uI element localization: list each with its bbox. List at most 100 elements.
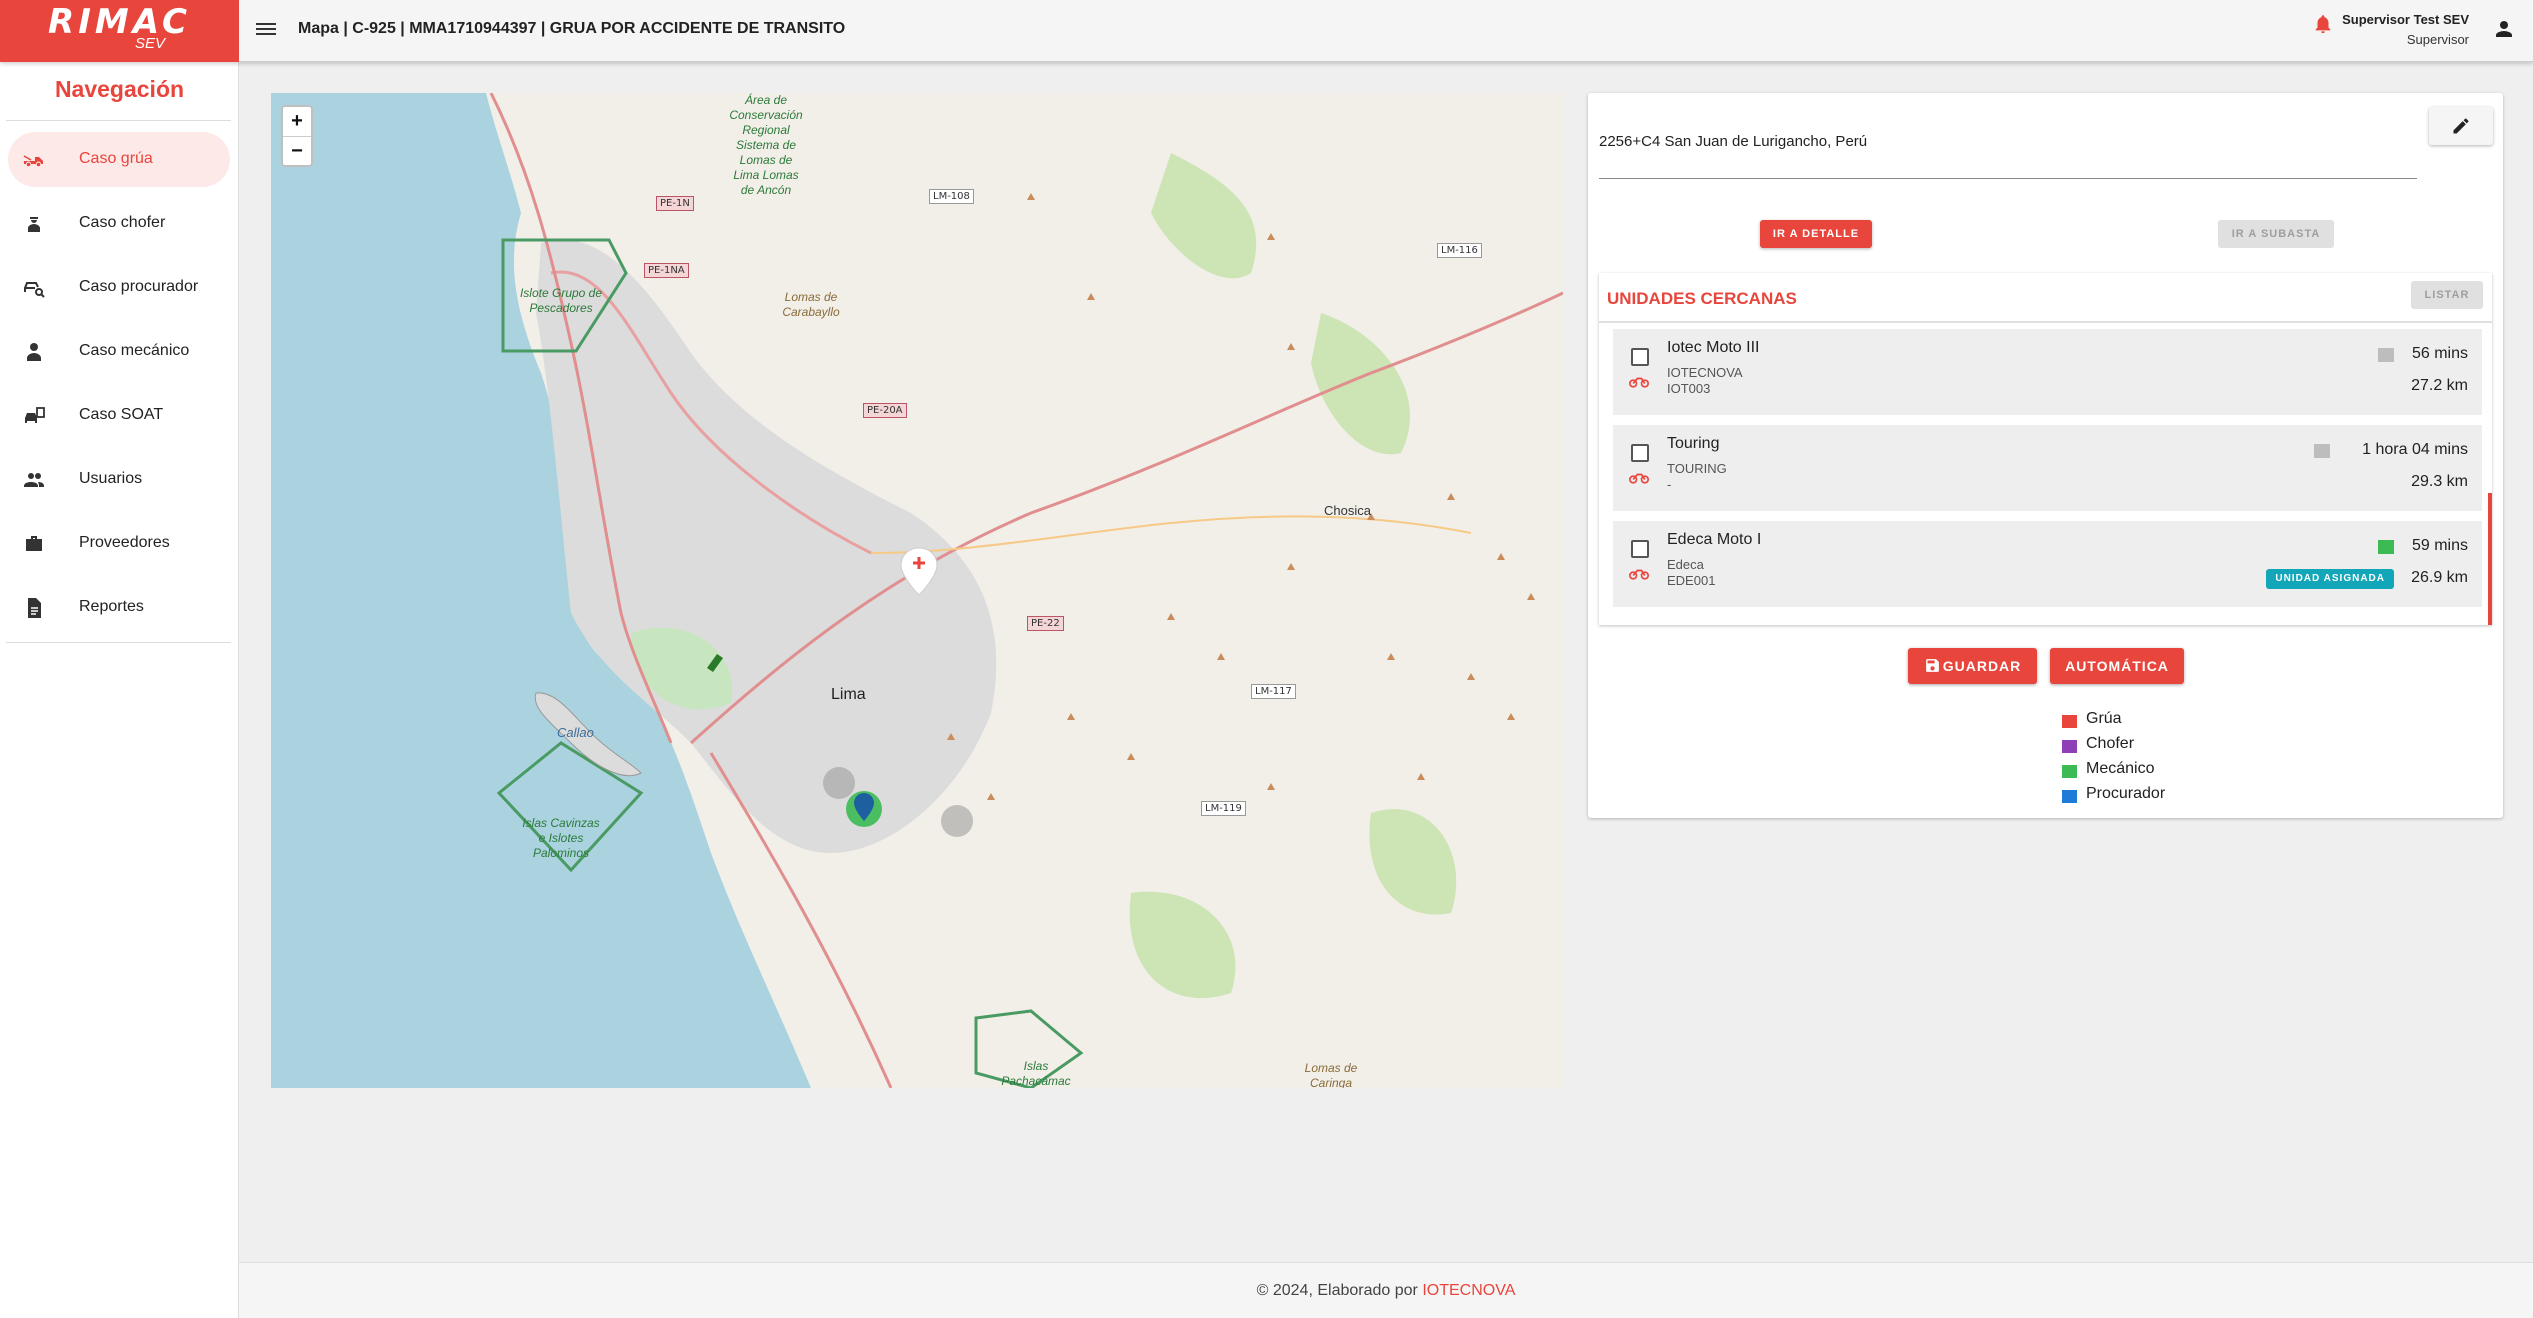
detail-panel: 2256+C4 San Juan de Lurigancho, Perú IR …: [1588, 93, 2503, 818]
menu-icon[interactable]: [256, 20, 276, 42]
road-shield: LM-108: [929, 189, 974, 204]
unit-row[interactable]: Touring TOURING - 1 hora 04 mins 29.3 km: [1613, 425, 2482, 511]
sidebar-item-caso-grua[interactable]: Caso grúa: [8, 132, 230, 187]
legend-label: Chofer: [2086, 735, 2135, 752]
road-shield: PE-22: [1027, 616, 1064, 631]
unit-status-indicator: [2378, 348, 2394, 362]
road-shield: LM-119: [1201, 801, 1246, 816]
unit-time: 1 hora 04 mins: [2362, 441, 2468, 458]
edit-button[interactable]: [2429, 107, 2493, 145]
sidebar-item-label: Usuarios: [79, 470, 143, 487]
sidebar-item-caso-soat[interactable]: Caso SOAT: [8, 388, 230, 443]
sidebar-item-proveedores[interactable]: Proveedores: [8, 516, 230, 571]
automatica-button[interactable]: AUTOMÁTICA: [2050, 648, 2184, 684]
unit-distance: 27.2 km: [2411, 377, 2468, 394]
logo-brand: RIMAC: [48, 2, 191, 42]
sidebar-item-caso-mecanico[interactable]: Caso mecánico: [8, 324, 230, 379]
nav-divider: [6, 642, 231, 643]
map-label-islote: Islote Grupo de Pescadores: [519, 286, 603, 315]
unit-status-indicator: [2314, 444, 2330, 458]
map-label-islas-pachacamac: Islas Pachacámac: [1001, 1059, 1071, 1088]
motorcycle-icon: [1629, 377, 1649, 388]
footer-link[interactable]: IOTECNOVA: [1422, 1282, 1515, 1299]
unit-time: 56 mins: [2411, 345, 2468, 362]
address-input[interactable]: 2256+C4 San Juan de Lurigancho, Perú: [1599, 133, 2417, 177]
car-document-icon: [25, 407, 45, 423]
mechanic-icon: [27, 343, 41, 361]
map-canvas: [271, 93, 1563, 1088]
sidebar-item-label: Reportes: [79, 598, 144, 615]
logo-sub: SEV: [135, 35, 166, 52]
logo[interactable]: RIMAC SEV: [0, 0, 239, 62]
scrollbar[interactable]: [2488, 493, 2492, 625]
map-label-islas-cavinzas: Islas Cavinzas e Islotes Palominos: [522, 816, 600, 860]
unit-company: TOURING: [1667, 461, 1727, 476]
car-search-icon: [24, 282, 45, 298]
road-shield: PE-20A: [863, 403, 907, 418]
sidebar-item-caso-chofer[interactable]: Caso chofer: [8, 196, 230, 251]
bell-icon[interactable]: [2312, 12, 2334, 41]
road-shield: LM-116: [1437, 243, 1482, 258]
units-title: UNIDADES CERCANAS: [1607, 289, 1797, 308]
unit-status-indicator: [2378, 540, 2394, 554]
unit-checkbox[interactable]: [1631, 540, 1649, 558]
sidebar-item-label: Caso mecánico: [79, 342, 190, 359]
road-shield: LM-117: [1251, 684, 1296, 699]
unit-distance: 26.9 km: [2411, 569, 2468, 586]
unit-code: -: [1667, 477, 1672, 492]
unit-name: Touring: [1667, 435, 1720, 452]
divider: [1599, 321, 2492, 323]
briefcase-icon: [26, 536, 42, 551]
page-title: Mapa | C-925 | MMA1710944397 | GRUA POR …: [298, 20, 846, 37]
unit-row[interactable]: Iotec Moto III IOTECNOVA IOT003 56 mins …: [1613, 329, 2482, 415]
address-field[interactable]: 2256+C4 San Juan de Lurigancho, Perú: [1599, 133, 2417, 179]
sidebar-item-label: Caso SOAT: [79, 406, 164, 423]
map-label-lima: Lima: [831, 686, 866, 703]
sidebar-item-caso-procurador[interactable]: Caso procurador: [8, 260, 230, 315]
unit-code: EDE001: [1667, 573, 1716, 588]
sidebar-item-label: Caso chofer: [79, 214, 166, 231]
sidebar-item-reportes[interactable]: Reportes: [8, 580, 230, 635]
nav-title: Navegación: [54, 76, 185, 102]
zoom-control: + −: [281, 105, 313, 167]
map-label-callao: Callao: [557, 725, 594, 740]
account-icon[interactable]: [2492, 17, 2516, 46]
legend-label: Mecánico: [2086, 760, 2155, 777]
guardar-button[interactable]: GUARDAR: [1908, 648, 2037, 684]
map-label-lomas-caringa: Lomas de Caringa: [1304, 1061, 1358, 1088]
sidebar-item-label: Caso procurador: [79, 278, 199, 295]
sidebar-item-usuarios[interactable]: Usuarios: [8, 452, 230, 507]
footer-text: © 2024, Elaborado por: [1256, 1282, 1423, 1299]
top-bar: RIMAC SEV Mapa | C-925 | MMA1710944397 |…: [0, 0, 2533, 62]
save-icon: [1925, 659, 1939, 672]
zoom-in-button[interactable]: +: [283, 107, 311, 136]
nav-divider: [6, 120, 231, 121]
unit-checkbox[interactable]: [1631, 348, 1649, 366]
zoom-out-button[interactable]: −: [283, 136, 311, 165]
legend-swatch: [2062, 790, 2077, 803]
road-shield: PE-1N: [656, 196, 694, 211]
assigned-badge: UNIDAD ASIGNADA: [2266, 569, 2394, 589]
unit-checkbox[interactable]: [1631, 444, 1649, 462]
motorcycle-icon: [1629, 569, 1649, 580]
listar-button: LISTAR: [2411, 281, 2483, 309]
ir-a-subasta-button: IR A SUBASTA: [2218, 220, 2334, 248]
legend-swatch: [2062, 715, 2077, 728]
users-icon: [24, 473, 44, 487]
unit-company: IOTECNOVA: [1667, 365, 1743, 380]
guardar-label: GUARDAR: [1942, 658, 2022, 674]
unit-name: Iotec Moto III: [1667, 339, 1760, 356]
tow-truck-icon: [23, 154, 43, 167]
unit-name: Edeca Moto I: [1667, 531, 1762, 548]
unit-distance: 29.3 km: [2411, 473, 2468, 490]
footer: © 2024, Elaborado por IOTECNOVA: [239, 1262, 2533, 1318]
unit-row[interactable]: Edeca Moto I Edeca EDE001 59 mins UNIDAD…: [1613, 521, 2482, 607]
map[interactable]: + − Lima Chosica Callao Área de Conserva…: [271, 93, 1563, 1088]
sidebar-item-label: Proveedores: [79, 534, 170, 551]
pencil-icon: [2453, 118, 2469, 134]
unit-company: Edeca: [1667, 557, 1704, 572]
ir-a-detalle-button[interactable]: IR A DETALLE: [1760, 220, 1872, 248]
units-card: UNIDADES CERCANAS LISTAR Iotec Moto III …: [1599, 273, 2492, 625]
sidebar-item-label: Caso grúa: [79, 150, 153, 167]
user-role: Supervisor: [2406, 32, 2469, 47]
